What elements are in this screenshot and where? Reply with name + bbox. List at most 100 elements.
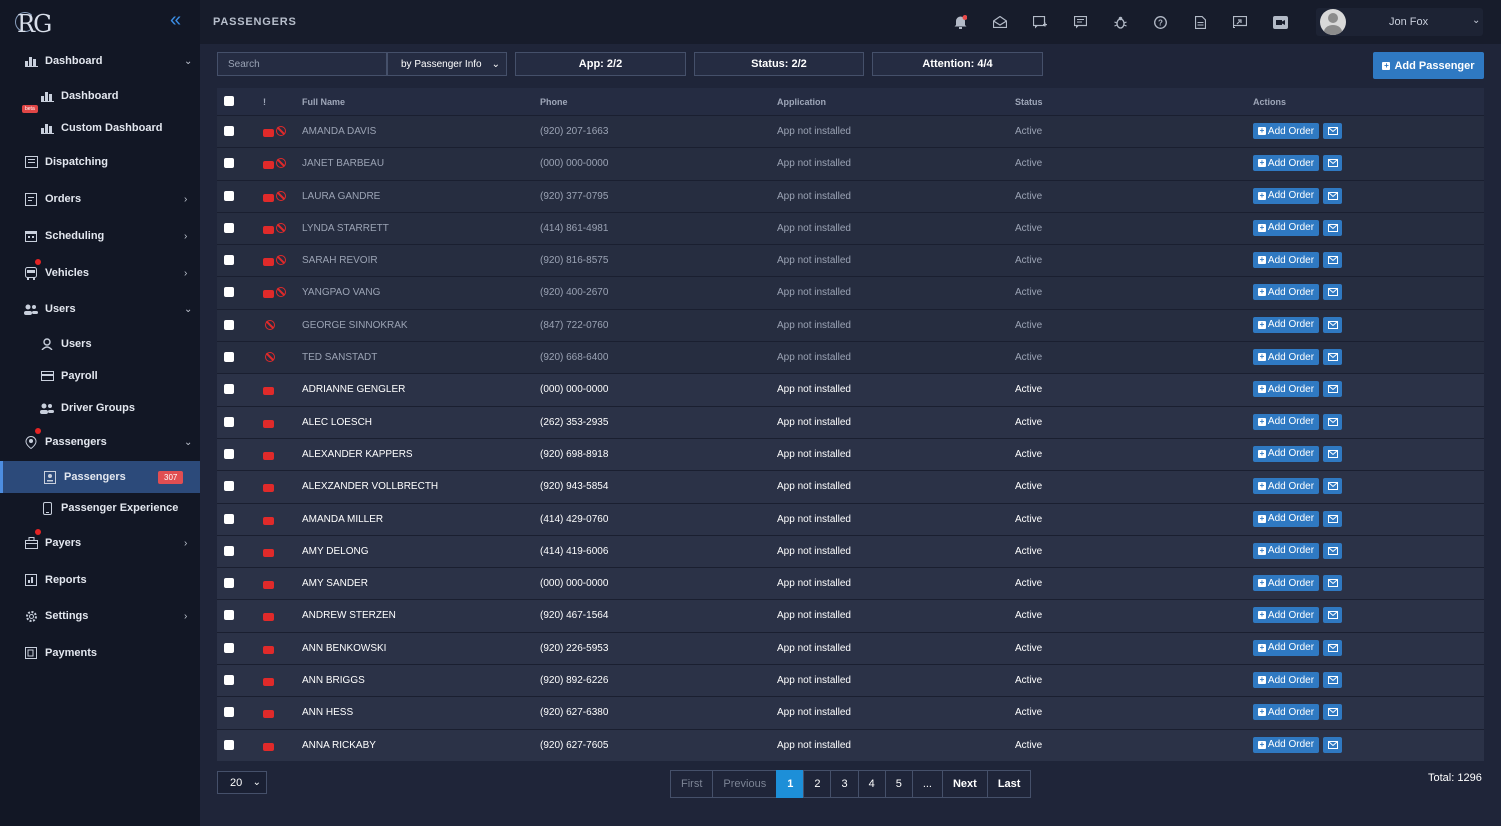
header-full-name[interactable]: Full Name	[302, 97, 345, 107]
passenger-name[interactable]: TED SANSTADT	[302, 352, 377, 363]
email-button[interactable]	[1323, 219, 1342, 236]
table-row[interactable]: TED SANSTADT (920) 668-6400 App not instal…	[217, 341, 1484, 374]
row-checkbox[interactable]	[224, 255, 234, 266]
chat-icon[interactable]	[1072, 14, 1088, 30]
row-checkbox[interactable]	[224, 545, 234, 556]
email-button[interactable]	[1323, 575, 1342, 592]
table-row[interactable]: SARAH REVOIR (920) 816-8575 App not instal…	[217, 244, 1484, 277]
add-order-button[interactable]: + Add Order	[1253, 252, 1319, 269]
add-order-button[interactable]: + Add Order	[1253, 219, 1319, 236]
row-checkbox[interactable]	[224, 578, 234, 589]
page-2-button[interactable]: 2	[803, 770, 832, 798]
page-4-button[interactable]: 4	[857, 770, 886, 798]
row-checkbox[interactable]	[224, 513, 234, 524]
email-button[interactable]	[1323, 704, 1342, 721]
table-row[interactable]: AMY DELONG (414) 419-6006 App not installe…	[217, 534, 1484, 568]
email-button[interactable]	[1323, 413, 1342, 430]
email-button[interactable]	[1323, 639, 1342, 656]
table-row[interactable]: AMANDA MILLER (414) 429-0760 App not insta…	[217, 502, 1484, 535]
page-3-button[interactable]: 3	[830, 770, 859, 798]
email-button[interactable]	[1323, 672, 1342, 689]
mail-open-icon[interactable]	[992, 14, 1008, 30]
email-button[interactable]	[1323, 542, 1342, 559]
nav-passengers-sub[interactable]: Passengers 307	[0, 461, 200, 493]
row-checkbox[interactable]	[224, 158, 234, 169]
nav-passengers[interactable]: Passengers ⌄	[0, 427, 200, 457]
table-row[interactable]: ANDREW STERZEN (920) 467-1564 App not inst…	[217, 599, 1484, 632]
passenger-name[interactable]: ALEC LOESCH	[302, 417, 372, 428]
passenger-name[interactable]: ADRIANNE GENGLER	[302, 384, 405, 395]
email-button[interactable]	[1323, 155, 1342, 172]
add-order-button[interactable]: + Add Order	[1253, 575, 1319, 592]
bell-icon[interactable]	[952, 14, 968, 30]
row-checkbox[interactable]	[224, 126, 234, 136]
passenger-name[interactable]: ANN BENKOWSKI	[302, 643, 386, 654]
passenger-name[interactable]: AMY DELONG	[302, 546, 369, 557]
nav-payers[interactable]: Payers ›	[0, 528, 200, 558]
row-checkbox[interactable]	[224, 675, 234, 686]
row-checkbox[interactable]	[224, 222, 234, 233]
email-button[interactable]	[1323, 316, 1342, 333]
document-icon[interactable]	[1192, 14, 1208, 30]
row-checkbox[interactable]	[224, 642, 234, 653]
row-checkbox[interactable]	[224, 707, 234, 718]
table-row[interactable]: ALEC LOESCH (262) 353-2935 App not install…	[217, 405, 1484, 438]
table-row[interactable]: YANGPAO VANG (920) 400-2670 App not instal…	[217, 276, 1484, 309]
table-row[interactable]: LYNDA STARRETT (414) 861-4981 App not inst…	[217, 211, 1484, 245]
passenger-name[interactable]: LAURA GANDRE	[302, 191, 380, 202]
app-filter-button[interactable]: App: 2/2	[515, 52, 686, 76]
email-button[interactable]	[1323, 252, 1342, 269]
page-next-button[interactable]: Next	[941, 770, 988, 798]
nav-dispatching[interactable]: Dispatching	[0, 147, 200, 177]
add-order-button[interactable]: + Add Order	[1253, 607, 1319, 624]
add-order-button[interactable]: + Add Order	[1253, 639, 1319, 656]
nav-dashboard[interactable]: Dashboard ⌄	[0, 46, 200, 76]
email-button[interactable]	[1323, 284, 1342, 301]
add-order-button[interactable]: + Add Order	[1253, 736, 1319, 753]
table-row[interactable]: ANN HESS (920) 627-6380 App not installed A…	[217, 696, 1484, 729]
search-by-select[interactable]: by Passenger Info ⌄	[387, 52, 507, 76]
nav-payments[interactable]: Payments	[0, 638, 200, 668]
email-button[interactable]	[1323, 187, 1342, 204]
page-previous-button[interactable]: Previous	[712, 770, 778, 798]
email-button[interactable]	[1323, 736, 1342, 753]
passenger-name[interactable]: LYNDA STARRETT	[302, 223, 389, 234]
page-last-button[interactable]: Last	[986, 770, 1032, 798]
passenger-name[interactable]: AMANDA MILLER	[302, 514, 383, 525]
message-add-icon[interactable]	[1032, 14, 1048, 30]
add-order-button[interactable]: + Add Order	[1253, 381, 1319, 398]
passenger-name[interactable]: SARAH REVOIR	[302, 255, 378, 266]
passenger-name[interactable]: ANN BRIGGS	[302, 675, 365, 686]
row-checkbox[interactable]	[224, 287, 234, 298]
nav-custom-dashboard[interactable]: beta Custom Dashboard	[0, 105, 200, 143]
page-first-button[interactable]: First	[670, 770, 714, 798]
page-1-button[interactable]: 1	[776, 770, 805, 798]
nav-users-sub[interactable]: Users	[0, 329, 200, 359]
passenger-name[interactable]: ANNA RICKABY	[302, 740, 376, 751]
add-order-button[interactable]: + Add Order	[1253, 542, 1319, 559]
add-order-button[interactable]: + Add Order	[1253, 445, 1319, 462]
add-order-button[interactable]: + Add Order	[1253, 123, 1319, 139]
row-checkbox[interactable]	[224, 190, 234, 201]
table-row[interactable]: ADRIANNE GENGLER (000) 000-0000 App not in…	[217, 373, 1484, 406]
select-all-checkbox[interactable]	[224, 96, 234, 106]
header-phone[interactable]: Phone	[540, 97, 568, 107]
nav-passenger-experience[interactable]: Passenger Experience	[0, 493, 200, 523]
add-order-button[interactable]: + Add Order	[1253, 478, 1319, 495]
table-row[interactable]: GEORGE SINNOKRAK (847) 722-0760 App not in…	[217, 308, 1484, 342]
email-button[interactable]	[1323, 123, 1342, 139]
add-order-button[interactable]: + Add Order	[1253, 187, 1319, 204]
passenger-name[interactable]: YANGPAO VANG	[302, 287, 380, 298]
email-button[interactable]	[1323, 349, 1342, 366]
table-row[interactable]: AMANDA DAVIS (920) 207-1663 App not instal…	[217, 115, 1484, 148]
search-input[interactable]: Search	[217, 52, 387, 76]
passenger-name[interactable]: GEORGE SINNOKRAK	[302, 320, 408, 331]
attention-filter-button[interactable]: Attention: 4/4	[872, 52, 1043, 76]
add-order-button[interactable]: + Add Order	[1253, 413, 1319, 430]
table-row[interactable]: AMY SANDER (000) 000-0000 App not installe…	[217, 567, 1484, 600]
add-order-button[interactable]: + Add Order	[1253, 316, 1319, 333]
nav-orders[interactable]: Orders ›	[0, 184, 200, 214]
help-icon[interactable]: ?	[1152, 14, 1168, 30]
passenger-name[interactable]: AMANDA DAVIS	[302, 126, 376, 137]
row-checkbox[interactable]	[224, 481, 234, 492]
